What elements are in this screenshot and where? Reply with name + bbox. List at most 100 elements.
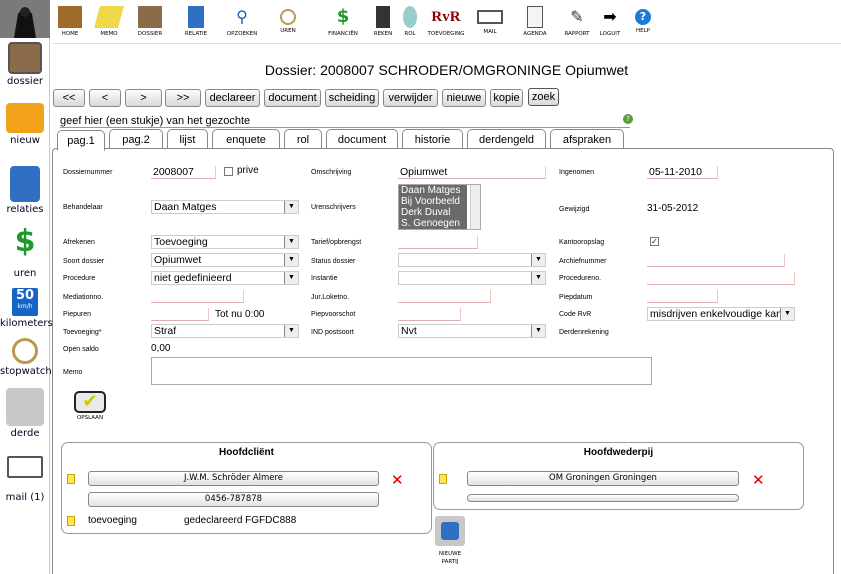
- procedure-select[interactable]: niet gedefinieerd ▼: [151, 271, 299, 285]
- tab-lijst[interactable]: lijst: [167, 129, 208, 149]
- toolbar-home[interactable]: HOME: [49, 6, 91, 37]
- tab-document[interactable]: document: [326, 129, 398, 149]
- dossiernummer-label: Dossiernummer: [63, 169, 113, 176]
- toolbar-dossier[interactable]: DOSSIER: [129, 6, 171, 37]
- delete-icon[interactable]: ✕: [391, 473, 404, 488]
- instantie-select[interactable]: ▼: [398, 271, 546, 285]
- tab-rol[interactable]: rol: [284, 129, 322, 149]
- client-name-button[interactable]: J.W.M. Schröder Almere: [88, 471, 379, 486]
- toolbar-mail[interactable]: MAIL: [469, 6, 511, 35]
- hoofdwederpij-title: Hoofdwederpij: [583, 447, 654, 458]
- sidebar-item-relaties[interactable]: relaties: [0, 166, 50, 215]
- kantooropslag-checkbox[interactable]: ✓: [650, 237, 659, 246]
- sidebar-item-derde[interactable]: derde: [0, 388, 50, 439]
- prive-checkbox[interactable]: [224, 167, 233, 176]
- prev-button[interactable]: <: [89, 89, 121, 107]
- piepvoorschot-field[interactable]: [398, 308, 461, 321]
- page-title: Dossier: 2008007 SCHRODER/OMGRONINGE Opi…: [264, 62, 629, 78]
- status-dossier-select[interactable]: ▼: [398, 253, 546, 267]
- dossiernummer-field[interactable]: 2008007: [151, 166, 216, 179]
- urenschrijver-option[interactable]: Derk Duval: [399, 207, 467, 218]
- toolbar-memo[interactable]: MEMO: [88, 6, 130, 37]
- ingenomen-field[interactable]: 05-11-2010: [647, 166, 718, 179]
- last-button[interactable]: >>: [165, 89, 201, 107]
- toolbar-opzoeken[interactable]: ⚲ OPZOEKEN: [221, 6, 263, 37]
- memo-label: Memo: [63, 369, 83, 376]
- jurloket-field[interactable]: [398, 290, 491, 303]
- urenschrijver-option[interactable]: S. Genoegen: [399, 218, 467, 229]
- code-rvr-select[interactable]: misdrijven enkelvoudige kamer ▼: [647, 307, 795, 321]
- declareer-button[interactable]: declareer: [205, 89, 260, 107]
- kopie-button[interactable]: kopie: [490, 89, 523, 107]
- verwijder-button[interactable]: verwijder: [383, 89, 438, 107]
- document-button[interactable]: document: [264, 89, 321, 107]
- urenschrijver-option[interactable]: Bij Voorbeeld: [399, 196, 467, 207]
- nieuwe-button[interactable]: nieuwe: [442, 89, 486, 107]
- help-icon[interactable]: ?: [623, 114, 633, 124]
- document-icon[interactable]: [67, 474, 75, 484]
- sidebar-item-uren[interactable]: $ uren: [0, 226, 50, 280]
- scheiding-button[interactable]: scheiding: [325, 89, 379, 107]
- piepuren-field[interactable]: [151, 308, 209, 321]
- afrekenen-select[interactable]: Toevoeging ▼: [151, 235, 299, 249]
- sidebar-item-mail[interactable]: mail (1): [0, 456, 50, 503]
- sidebar-item-kilometers[interactable]: 50 km/h kilometers: [0, 288, 53, 329]
- client-phone-button[interactable]: 0456-787878: [88, 492, 379, 507]
- next-button[interactable]: >: [125, 89, 162, 107]
- top-toolbar: HOME MEMO DOSSIER RELATIE ⚲ OPZOEKEN UREN…: [52, 0, 841, 44]
- listbox-scrollbar[interactable]: [470, 185, 480, 229]
- ind-postsoort-select[interactable]: Nvt ▼: [398, 324, 546, 338]
- instantie-label: Instantie: [311, 275, 338, 282]
- toolbar-financien[interactable]: $ FINANCIËN: [322, 6, 364, 37]
- toolbar-uren[interactable]: UREN: [267, 6, 309, 34]
- status-dossier-label: Status dossier: [311, 258, 356, 265]
- ingenomen-label: Ingenomen: [559, 169, 595, 176]
- kantooropslag-label: Kantooropslag: [559, 239, 605, 246]
- document-icon[interactable]: [67, 516, 75, 526]
- toevoeging-select[interactable]: Straf ▼: [151, 324, 299, 338]
- speed-unit: km/h: [17, 303, 33, 310]
- tab-pag1[interactable]: pag.1: [57, 130, 105, 151]
- toolbar-agenda[interactable]: AGENDA: [514, 6, 556, 37]
- people-icon: [10, 166, 40, 202]
- urenschrijver-option[interactable]: Daan Matges: [399, 185, 467, 196]
- new-party-label: NIEUWE PARTIJ: [428, 550, 472, 566]
- piepdatum-field[interactable]: [647, 290, 718, 303]
- behandelaar-select[interactable]: Daan Matges ▼: [151, 200, 299, 214]
- first-button[interactable]: <<: [53, 89, 85, 107]
- party-second-button[interactable]: [467, 494, 739, 502]
- sidebar-item-nieuw[interactable]: nieuw: [0, 103, 50, 146]
- document-icon[interactable]: [439, 474, 447, 484]
- tab-derdengeld[interactable]: derdengeld: [467, 129, 546, 149]
- chevron-down-icon: ▼: [780, 308, 794, 320]
- omschrijving-field[interactable]: Opiumwet: [398, 166, 546, 179]
- toolbar-relatie[interactable]: RELATIE: [175, 6, 217, 37]
- save-button[interactable]: ✔: [74, 391, 106, 413]
- urenschrijvers-listbox[interactable]: Daan Matges Bij Voorbeeld Derk Duval S. …: [398, 184, 481, 230]
- new-party-button[interactable]: [435, 516, 465, 546]
- mediation-field[interactable]: [151, 290, 244, 303]
- soort-dossier-select[interactable]: Opiumwet ▼: [151, 253, 299, 267]
- sidebar-item-dossier[interactable]: dossier: [0, 42, 50, 87]
- tab-afspraken[interactable]: afspraken: [550, 129, 624, 149]
- toolbar-help[interactable]: ? HELP: [622, 6, 664, 34]
- memo-textarea[interactable]: [151, 357, 652, 385]
- sidebar-logo[interactable]: [0, 0, 50, 38]
- tab-historie[interactable]: historie: [402, 129, 463, 149]
- sidebar-item-stopwatch[interactable]: stopwatch: [0, 338, 52, 377]
- toolbar-toevoeging[interactable]: RvR TOEVOEGING: [425, 6, 467, 37]
- archiefnummer-field[interactable]: [647, 254, 785, 267]
- tarief-field[interactable]: [398, 236, 478, 249]
- delete-icon[interactable]: ✕: [752, 473, 765, 488]
- tab-enquete[interactable]: enquete: [212, 129, 280, 149]
- roll-icon: [403, 6, 417, 28]
- procedureno-field[interactable]: [647, 272, 795, 285]
- toolbar-label: AGENDA: [523, 31, 547, 37]
- piepvoorschot-label: Piepvoorschot: [311, 311, 356, 318]
- zoek-button[interactable]: zoek: [528, 88, 559, 106]
- tab-pag2[interactable]: pag.2: [109, 129, 163, 149]
- pencil-icon: [94, 6, 124, 28]
- toolbar-label: OPZOEKEN: [226, 31, 258, 37]
- search-input[interactable]: [60, 114, 630, 128]
- party-name-button[interactable]: OM Groningen Groningen: [467, 471, 739, 486]
